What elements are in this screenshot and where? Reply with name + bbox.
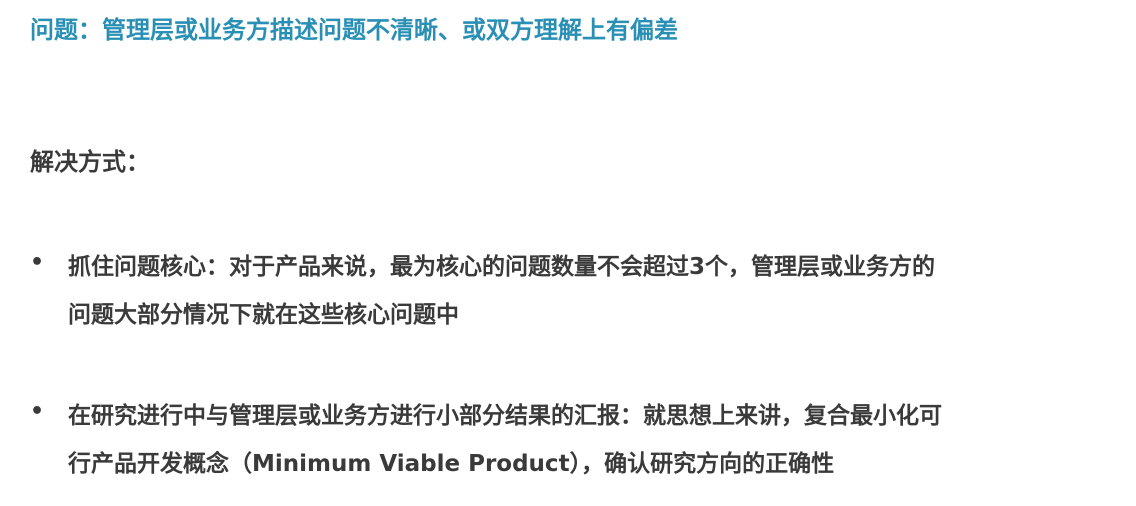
slide-title: 问题：管理层或业务方描述问题不清晰、或双方理解上有偏差: [30, 16, 678, 44]
bullet-text: 在研究进行中与管理层或业务方进行小部分结果的汇报：就思想上来讲，复合最小化可 行…: [68, 392, 1118, 488]
bullet-line: 行产品开发概念（Minimum Viable Product），确认研究方向的正…: [68, 451, 835, 477]
slide: 问题：管理层或业务方描述问题不清晰、或双方理解上有偏差 解决方式： • 抓住问题…: [0, 0, 1136, 506]
bullet-marker: •: [30, 250, 45, 275]
section-heading: 解决方式：: [30, 148, 150, 176]
bullet-line: 抓住问题核心：对于产品来说，最为核心的问题数量不会超过3个，管理层或业务方的: [68, 254, 936, 280]
bullet-line: 问题大部分情况下就在这些核心问题中: [68, 302, 459, 328]
bullet-line: 在研究进行中与管理层或业务方进行小部分结果的汇报：就思想上来讲，复合最小化可: [68, 403, 942, 429]
bullet-marker: •: [30, 399, 45, 424]
bullet-text: 抓住问题核心：对于产品来说，最为核心的问题数量不会超过3个，管理层或业务方的 问…: [68, 243, 1118, 339]
